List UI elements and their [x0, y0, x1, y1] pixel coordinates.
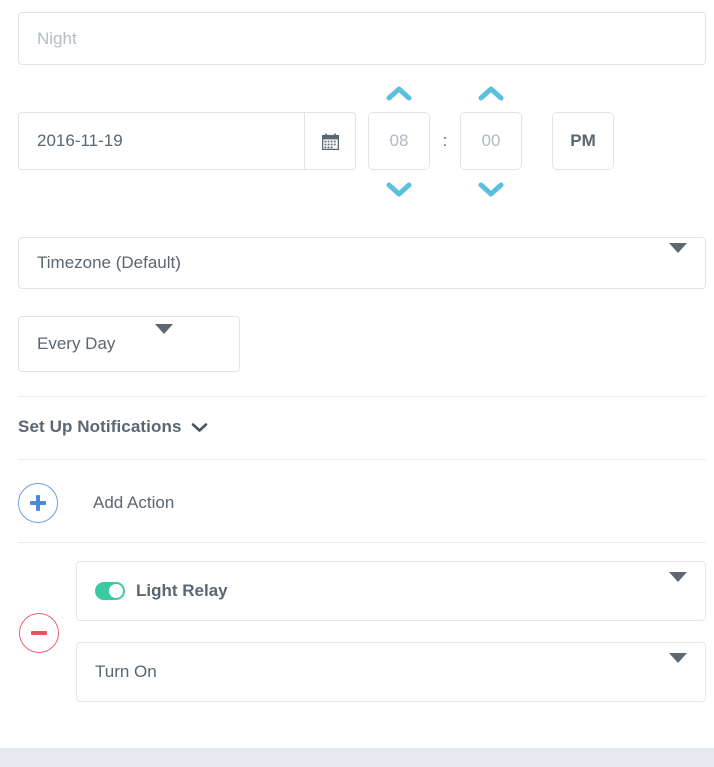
chevron-down-icon [386, 182, 412, 196]
chevron-up-icon [478, 86, 504, 100]
remove-action-button[interactable] [19, 613, 59, 653]
plus-icon [30, 495, 46, 511]
footer-band [0, 748, 714, 767]
action-device-label: Light Relay [136, 581, 228, 600]
divider [18, 459, 706, 460]
caret-down-icon [669, 243, 687, 273]
caret-down-icon [155, 324, 174, 354]
hour-increment-button[interactable] [368, 80, 430, 106]
date-input-group: 2016-11-19 [18, 112, 356, 170]
calendar-icon [321, 133, 339, 150]
caret-down-icon [669, 572, 687, 600]
minute-input[interactable]: 00 [460, 112, 522, 170]
timezone-select-value: Timezone (Default) [37, 253, 181, 272]
hour-spinner: 08 [368, 86, 430, 196]
caret-down-icon [669, 653, 687, 681]
action-command-label: Turn On [95, 662, 157, 681]
divider [18, 542, 706, 543]
timezone-select[interactable]: Timezone (Default) [18, 237, 706, 289]
minute-decrement-button[interactable] [460, 176, 522, 202]
schedule-name-input[interactable]: Night [18, 12, 706, 65]
minute-spinner: 00 [460, 86, 522, 196]
add-action-button[interactable] [18, 483, 58, 523]
add-action-label: Add Action [93, 493, 175, 512]
hour-decrement-button[interactable] [368, 176, 430, 202]
add-action-row[interactable]: Add Action [18, 481, 174, 525]
chevron-down-icon [191, 422, 208, 433]
chevron-down-icon [478, 182, 504, 196]
setup-notifications-label: Set Up Notifications [18, 417, 182, 436]
action-device-select[interactable]: Light Relay [76, 561, 706, 621]
minute-increment-button[interactable] [460, 80, 522, 106]
action-item: Light Relay Turn On [18, 561, 706, 709]
minus-icon [31, 631, 47, 635]
action-command-select[interactable]: Turn On [76, 642, 706, 702]
datetime-row: 2016-11-19 08: 00 PM [18, 86, 706, 196]
chevron-up-icon [386, 86, 412, 100]
calendar-button[interactable] [304, 112, 356, 170]
repeat-select-value: Every Day [37, 334, 116, 353]
time-separator: : [442, 131, 448, 150]
schedule-editor-form: Night 2016-11-19 08: 00 PM Timezone (De… [0, 0, 714, 767]
divider [18, 396, 706, 397]
date-input[interactable]: 2016-11-19 [18, 112, 304, 170]
setup-notifications-toggle[interactable]: Set Up Notifications [18, 414, 208, 440]
toggle-knob [109, 584, 123, 598]
meridian-toggle-button[interactable]: PM [552, 112, 614, 170]
hour-input[interactable]: 08 [368, 112, 430, 170]
device-power-toggle[interactable] [95, 582, 125, 600]
repeat-select[interactable]: Every Day [18, 316, 240, 372]
